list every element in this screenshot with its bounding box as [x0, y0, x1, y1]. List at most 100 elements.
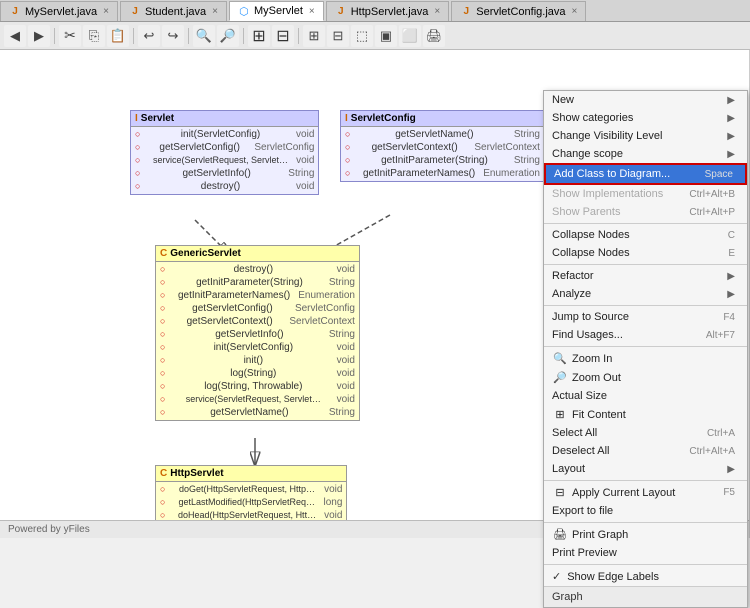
method-row: ○ getLastModified(HttpServletReq… long: [160, 496, 342, 509]
fit-icon: ⊞: [552, 408, 568, 421]
zoom-out-btn[interactable]: 🔎: [217, 25, 239, 47]
back-btn[interactable]: ◀: [4, 25, 26, 47]
tab-close[interactable]: ×: [572, 6, 578, 17]
menu-item-find-usages[interactable]: Find Usages... Alt+F7: [544, 326, 747, 344]
sep2: [133, 28, 134, 44]
submenu-arrow: ▶: [727, 149, 735, 160]
menu-item-fit-content[interactable]: ⊞ Fit Content: [544, 405, 747, 424]
remove-btn[interactable]: ⊟: [272, 25, 294, 47]
servlet-header: I Servlet: [131, 111, 318, 127]
copy-btn[interactable]: ⎘: [83, 25, 105, 47]
zoom-in-icon: 🔍: [552, 352, 568, 365]
menu-sep-1: [544, 223, 747, 224]
tab-student-java[interactable]: J Student.java ×: [120, 1, 227, 21]
method-row: ○ destroy() void: [135, 180, 314, 193]
servletconfig-body: ○ getServletName() String ○ getServletCo…: [341, 127, 544, 181]
menu-item-select-all[interactable]: Select All Ctrl+A: [544, 424, 747, 442]
menu-item-zoom-out[interactable]: 🔎 Zoom Out: [544, 368, 747, 387]
tab-myservlet-diagram[interactable]: ⬡ MyServlet ×: [229, 1, 324, 21]
tab-close[interactable]: ×: [212, 6, 218, 17]
menu-item-export[interactable]: Export to file: [544, 502, 747, 520]
checkmark-icon: ✓: [552, 570, 561, 583]
fit-btn[interactable]: ⬚: [351, 25, 373, 47]
submenu-arrow: ▶: [727, 131, 735, 142]
menu-item-new[interactable]: New ▶: [544, 91, 747, 109]
menu-item-show-edge-labels[interactable]: ✓ Show Edge Labels: [544, 567, 747, 586]
menu-item-actual-size[interactable]: Actual Size: [544, 387, 747, 405]
status-text: Powered by yFiles: [8, 524, 90, 535]
menu-item-zoom-in[interactable]: 🔍 Zoom In: [544, 349, 747, 368]
redo-btn[interactable]: ↪: [162, 25, 184, 47]
tab-myservlet-java[interactable]: J MyServlet.java ×: [0, 1, 118, 21]
menu-item-collapse[interactable]: Collapse Nodes C: [544, 226, 747, 244]
method-row: ○ getServletInfo() String: [135, 167, 314, 180]
sep1: [54, 28, 55, 44]
submenu-arrow: ▶: [727, 464, 735, 475]
sep3: [188, 28, 189, 44]
sep4: [243, 28, 244, 44]
menu-item-expand[interactable]: Collapse Nodes E: [544, 244, 747, 262]
submenu-arrow: ▶: [727, 271, 735, 282]
paste-btn[interactable]: 📋: [107, 25, 129, 47]
pointer-btn[interactable]: ⬜: [399, 25, 421, 47]
zoom-out-icon: 🔎: [552, 371, 568, 384]
grid-btn[interactable]: ⊞: [303, 25, 325, 47]
servletconfig-node: I ServletConfig ○ getServletName() Strin…: [340, 110, 545, 182]
menu-sep-5: [544, 480, 747, 481]
print-btn[interactable]: 🖨: [423, 25, 445, 47]
zoom-in-btn[interactable]: 🔍: [193, 25, 215, 47]
method-row: ○ getInitParameter(String) String: [345, 154, 540, 167]
tab-close[interactable]: ×: [103, 6, 109, 17]
method-row: ○ doGet(HttpServletRequest, Http… void: [160, 483, 342, 496]
method-row: ○ getServletName() String: [345, 128, 540, 141]
menu-item-analyze[interactable]: Analyze ▶: [544, 285, 747, 303]
tab-close[interactable]: ×: [309, 6, 315, 17]
select-btn[interactable]: ▣: [375, 25, 397, 47]
menu-item-refactor[interactable]: Refactor ▶: [544, 267, 747, 285]
undo-btn[interactable]: ↩: [138, 25, 160, 47]
menu-item-add-class[interactable]: Add Class to Diagram... Space: [544, 163, 747, 185]
method-row: ○ service(ServletRequest, Servlet… void: [160, 393, 355, 406]
submenu-arrow: ▶: [727, 95, 735, 106]
menu-item-layout[interactable]: Layout ▶: [544, 460, 747, 478]
menu-sep-4: [544, 346, 747, 347]
method-row: ○ destroy() void: [160, 263, 355, 276]
cut-btn[interactable]: ✂: [59, 25, 81, 47]
menu-item-apply-layout[interactable]: ⊟ Apply Current Layout F5: [544, 483, 747, 502]
java-icon: J: [460, 6, 472, 18]
tab-close[interactable]: ×: [434, 6, 440, 17]
method-row: ○ getServletContext() ServletContext: [345, 141, 540, 154]
method-row: ○ getServletName() String: [160, 406, 355, 419]
java-icon: J: [335, 6, 347, 18]
java-icon: J: [129, 6, 141, 18]
menu-item-print-preview[interactable]: Print Preview: [544, 544, 747, 562]
layout-icon: ⊟: [552, 486, 568, 499]
layout-btn[interactable]: ⊟: [327, 25, 349, 47]
method-row: ○ getServletConfig() ServletConfig: [160, 302, 355, 315]
tab-httpservlet-java[interactable]: J HttpServlet.java ×: [326, 1, 450, 21]
genericservlet-node: C GenericServlet ○ destroy() void ○ getI…: [155, 245, 360, 421]
menu-item-scope[interactable]: Change scope ▶: [544, 145, 747, 163]
tab-label: MyServlet: [254, 5, 303, 17]
forward-btn[interactable]: ▶: [28, 25, 50, 47]
menu-item-visibility[interactable]: Change Visibility Level ▶: [544, 127, 747, 145]
print-icon: 🖨: [552, 528, 568, 541]
add-btn[interactable]: ⊞: [248, 25, 270, 47]
tab-label: HttpServlet.java: [351, 6, 429, 18]
menu-item-show-parents: Show Parents Ctrl+Alt+P: [544, 203, 747, 221]
menu-sep-6: [544, 522, 747, 523]
method-row: ○ getInitParameterNames() Enumeration: [345, 167, 540, 180]
genericservlet-body: ○ destroy() void ○ getInitParameter(Stri…: [156, 262, 359, 420]
tab-servletconfig-java[interactable]: J ServletConfig.java ×: [451, 1, 586, 21]
menu-item-deselect-all[interactable]: Deselect All Ctrl+Alt+A: [544, 442, 747, 460]
menu-item-show-categories[interactable]: Show categories ▶: [544, 109, 747, 127]
tab-label: ServletConfig.java: [476, 6, 565, 18]
menu-sep-2: [544, 264, 747, 265]
java-icon: J: [9, 6, 21, 18]
menu-item-jump-source[interactable]: Jump to Source F4: [544, 308, 747, 326]
genericservlet-class-name: GenericServlet: [170, 248, 241, 259]
tab-label: MyServlet.java: [25, 6, 97, 18]
menu-item-print-graph[interactable]: 🖨 Print Graph: [544, 525, 747, 544]
main-area: I Servlet ○ init(ServletConfig) void ○ g…: [0, 50, 750, 538]
method-row: ○ log(String) void: [160, 367, 355, 380]
